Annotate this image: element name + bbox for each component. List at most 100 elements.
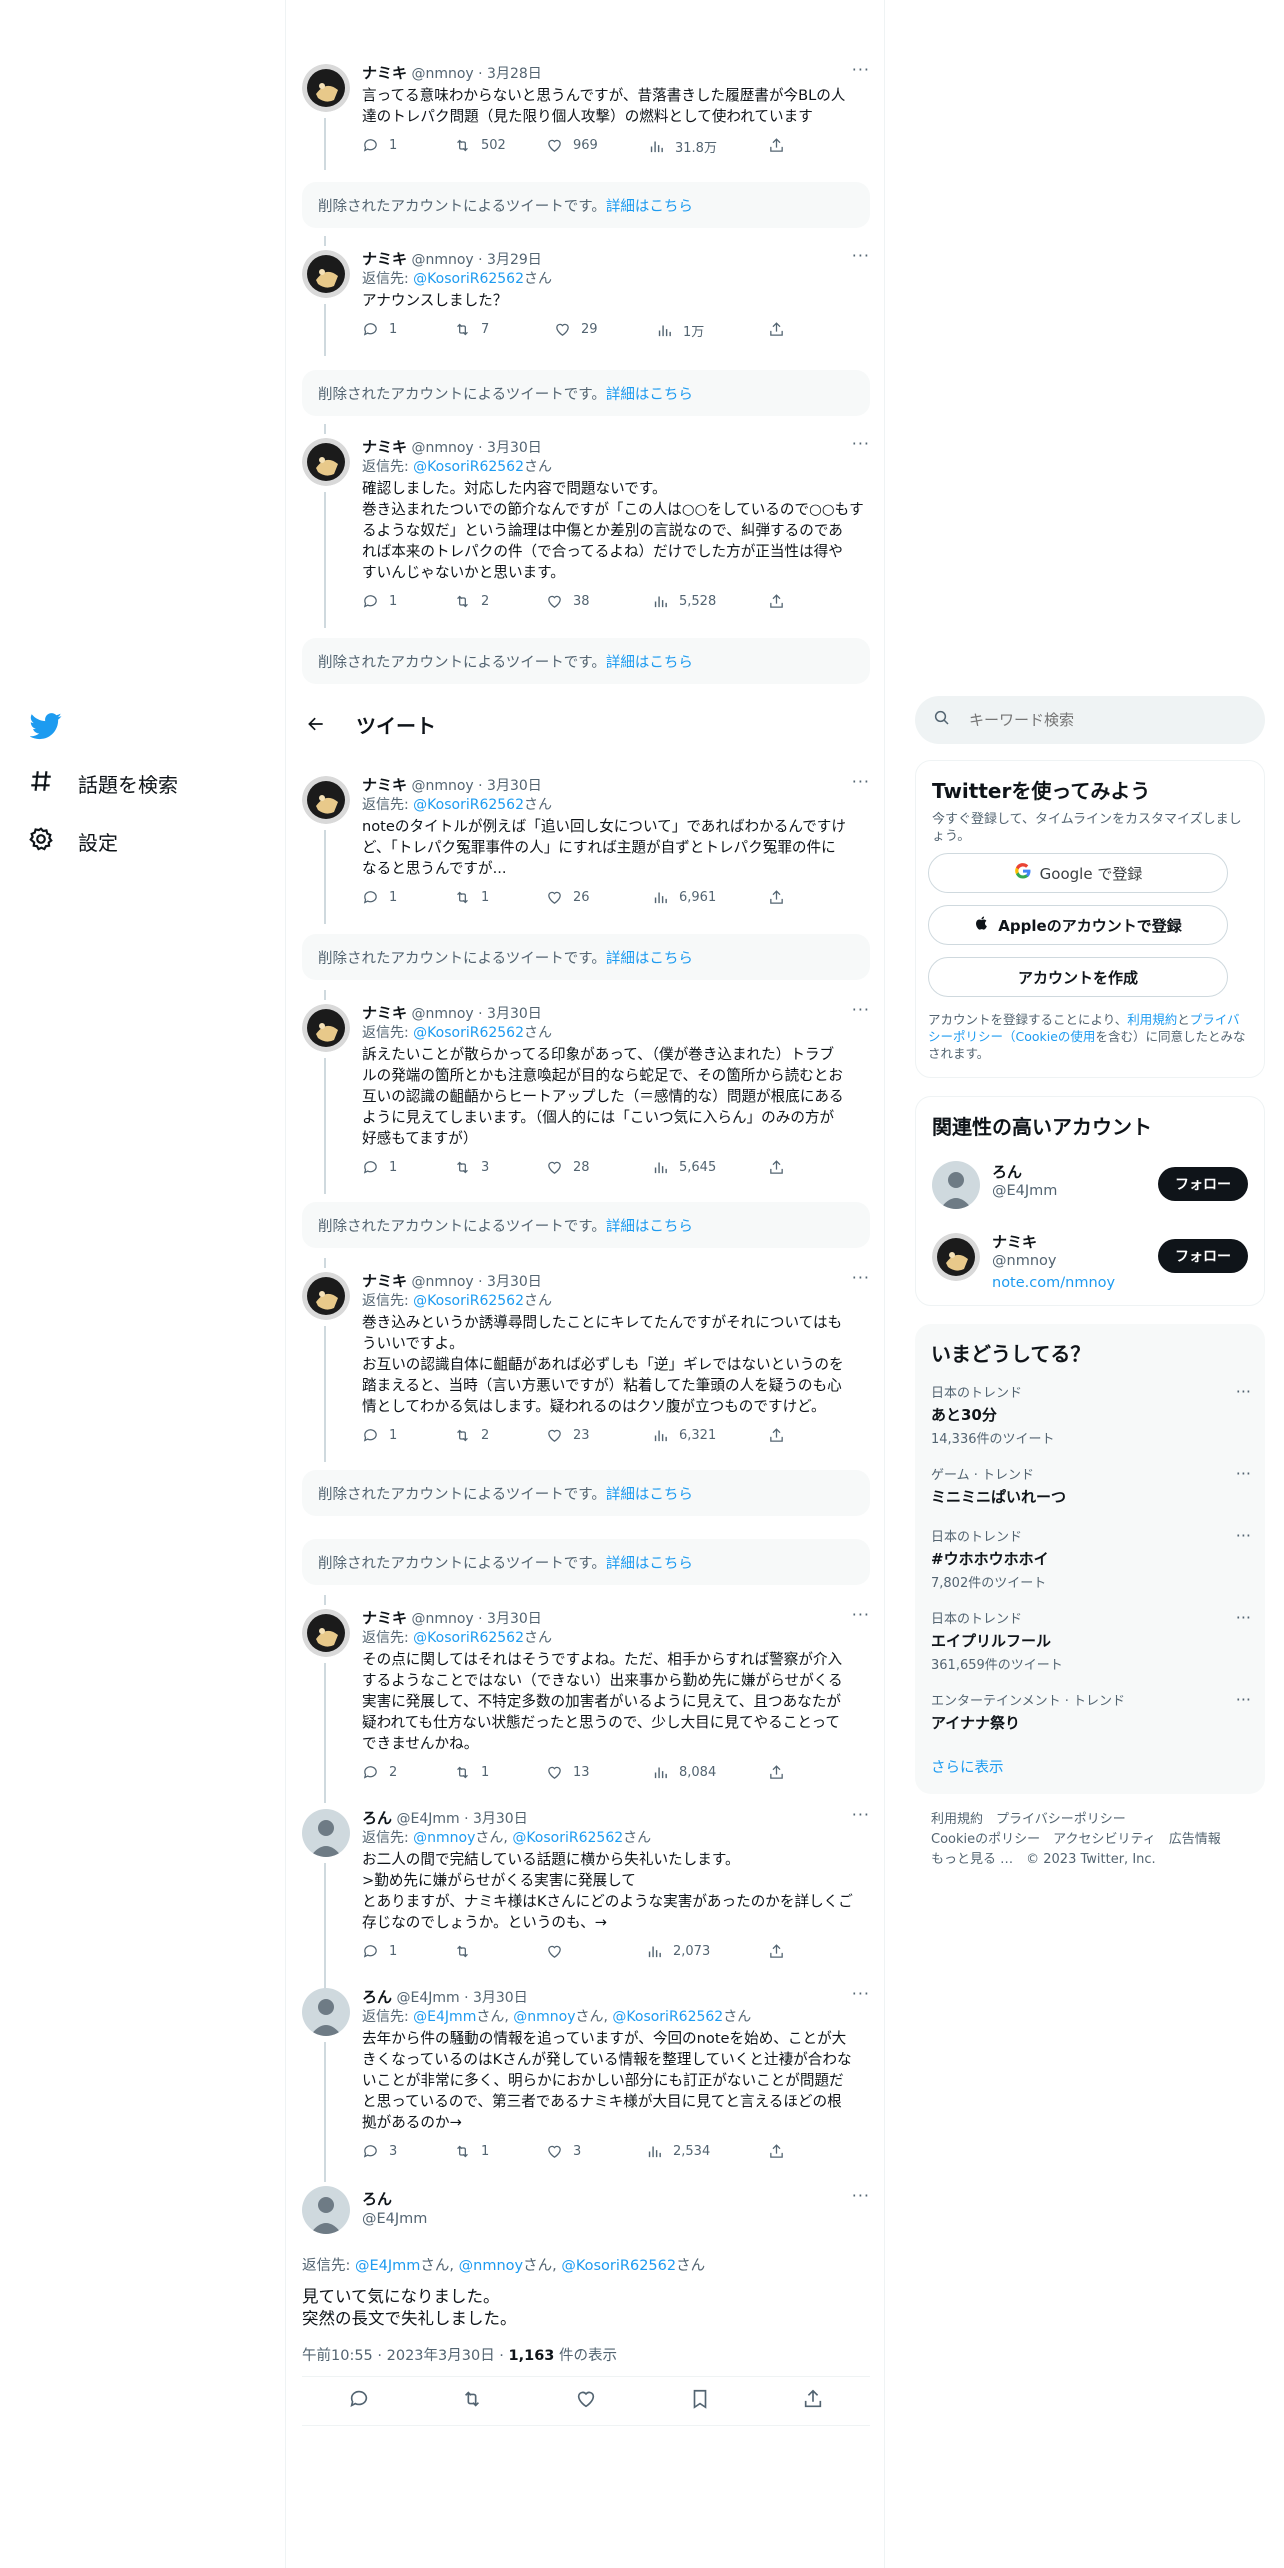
retweet-icon[interactable]: [461, 2388, 483, 2414]
retweet-button[interactable]: 7: [454, 321, 489, 338]
account-row[interactable]: ナミキ @nmnoy note.com/nmnoy フォロー: [916, 1225, 1264, 1301]
tweet-author[interactable]: ナミキ: [362, 64, 407, 82]
account-link[interactable]: note.com/nmnoy: [992, 1275, 1115, 1291]
views-button[interactable]: 6,961: [652, 889, 716, 906]
tweet-author[interactable]: ナミキ: [362, 1272, 407, 1290]
reply-button[interactable]: 2: [362, 1764, 397, 1781]
mention-link[interactable]: @KosoriR62562: [413, 459, 524, 475]
mention-link[interactable]: @nmnoy: [459, 2258, 523, 2274]
more-icon[interactable]: ···: [1236, 1526, 1251, 1545]
trend-item[interactable]: エンターテインメント · トレンド アイナナ祭り ···: [931, 1690, 1251, 1733]
more-icon[interactable]: ···: [1236, 1382, 1251, 1401]
more-icon[interactable]: ···: [852, 1984, 870, 2003]
views-button[interactable]: 6,321: [652, 1427, 716, 1444]
avatar-ron[interactable]: [302, 1809, 350, 1857]
learn-more-link[interactable]: 詳細はこちら: [606, 651, 693, 672]
mention-link[interactable]: @KosoriR62562: [413, 1293, 524, 1309]
avatar-namiki[interactable]: [302, 64, 350, 112]
account-row[interactable]: ろん @E4Jmm フォロー: [916, 1153, 1264, 1217]
nav-settings[interactable]: 設定: [28, 826, 118, 857]
share-button[interactable]: [768, 593, 785, 610]
like-button[interactable]: 38: [546, 593, 590, 610]
tweet-author[interactable]: ナミキ: [362, 1609, 407, 1627]
tweet-author[interactable]: ろん: [362, 1809, 392, 1827]
more-icon[interactable]: ···: [1236, 1608, 1251, 1627]
share-button[interactable]: [768, 1764, 785, 1781]
retweet-button[interactable]: 1: [454, 1764, 489, 1781]
reply-button[interactable]: 3: [362, 2143, 397, 2160]
like-button[interactable]: 3: [546, 2143, 581, 2160]
retweet-button[interactable]: 502: [454, 137, 506, 154]
mention-link[interactable]: @E4Jmm: [413, 2009, 476, 2025]
like-button[interactable]: 969: [546, 137, 598, 154]
learn-more-link[interactable]: 詳細はこちら: [606, 1215, 693, 1236]
views-button[interactable]: 1万: [656, 321, 704, 340]
more-icon[interactable]: ···: [852, 1805, 870, 1824]
retweet-button[interactable]: 2: [454, 1427, 489, 1444]
share-button[interactable]: [768, 2143, 785, 2160]
mention-link[interactable]: @KosoriR62562: [612, 2009, 723, 2025]
views-button[interactable]: 2,073: [646, 1943, 710, 1960]
share-button[interactable]: [768, 137, 785, 154]
more-icon[interactable]: ···: [852, 434, 870, 453]
views-button[interactable]: 2,534: [646, 2143, 710, 2160]
more-icon[interactable]: ···: [1236, 1690, 1251, 1709]
views-button[interactable]: 31.8万: [648, 137, 717, 156]
focused-author-name[interactable]: ろん: [362, 2188, 427, 2209]
show-more-link[interactable]: さらに表示: [931, 1756, 1004, 1777]
retweet-button[interactable]: 2: [454, 593, 489, 610]
share-button[interactable]: [768, 1943, 785, 1960]
retweet-button[interactable]: 1: [454, 2143, 489, 2160]
more-icon[interactable]: ···: [852, 1000, 870, 1019]
reply-icon[interactable]: [348, 2388, 370, 2414]
retweet-button[interactable]: 1: [454, 889, 489, 906]
learn-more-link[interactable]: 詳細はこちら: [606, 1483, 693, 1504]
trend-item[interactable]: 日本のトレンド あと30分 14,336件のツイート ···: [931, 1382, 1251, 1447]
avatar-namiki[interactable]: [302, 1272, 350, 1320]
mention-link[interactable]: @nmnoy: [413, 1830, 475, 1846]
reply-button[interactable]: 1: [362, 889, 397, 906]
footer-line[interactable]: もっと見る … © 2023 Twitter, Inc.: [931, 1850, 1251, 1870]
share-button[interactable]: [768, 1159, 785, 1176]
share-icon[interactable]: [802, 2388, 824, 2414]
views-button[interactable]: 5,645: [652, 1159, 716, 1176]
like-button[interactable]: 29: [554, 321, 598, 338]
tweet-author[interactable]: ろん: [362, 1988, 392, 2006]
more-icon[interactable]: ···: [852, 246, 870, 265]
mention-link[interactable]: @nmnoy: [513, 2009, 575, 2025]
trend-item[interactable]: 日本のトレンド エイプリルフール 361,659件のツイート ···: [931, 1608, 1251, 1673]
mention-link[interactable]: @KosoriR62562: [413, 1630, 524, 1646]
mention-link[interactable]: @KosoriR62562: [413, 1025, 524, 1041]
share-button[interactable]: [768, 321, 785, 338]
trend-item[interactable]: ゲーム · トレンド ミニミニぱいれーつ ···: [931, 1464, 1251, 1507]
learn-more-link[interactable]: 詳細はこちら: [606, 1552, 693, 1573]
mention-link[interactable]: @KosoriR62562: [512, 1830, 623, 1846]
more-icon[interactable]: ···: [1236, 1464, 1251, 1483]
reply-button[interactable]: 1: [362, 1943, 397, 1960]
reply-button[interactable]: 1: [362, 1159, 397, 1176]
tweet-author[interactable]: ナミキ: [362, 776, 407, 794]
google-signup-button[interactable]: Google で登録: [928, 853, 1228, 893]
views-button[interactable]: 5,528: [652, 593, 716, 610]
create-account-button[interactable]: アカウントを作成: [928, 957, 1228, 997]
like-button[interactable]: 28: [546, 1159, 590, 1176]
mention-link[interactable]: @E4Jmm: [355, 2258, 420, 2274]
learn-more-link[interactable]: 詳細はこちら: [606, 195, 693, 216]
terms-link[interactable]: 利用規約: [1127, 1012, 1177, 1027]
bookmark-icon[interactable]: [689, 2388, 711, 2414]
share-button[interactable]: [768, 1427, 785, 1444]
reply-button[interactable]: 1: [362, 593, 397, 610]
avatar-ron[interactable]: [302, 1988, 350, 2036]
mention-link[interactable]: @KosoriR62562: [413, 271, 524, 287]
like-button[interactable]: 13: [546, 1764, 590, 1781]
tweet-author[interactable]: ナミキ: [362, 250, 407, 268]
back-button[interactable]: [298, 706, 334, 742]
footer-line[interactable]: Cookieのポリシー アクセシビリティ 広告情報: [931, 1830, 1251, 1850]
like-button[interactable]: 26: [546, 889, 590, 906]
learn-more-link[interactable]: 詳細はこちら: [606, 383, 693, 404]
footer-line[interactable]: 利用規約 プライバシーポリシー: [931, 1810, 1251, 1830]
more-icon[interactable]: ···: [852, 1268, 870, 1287]
tweet-author[interactable]: ナミキ: [362, 1004, 407, 1022]
follow-button[interactable]: フォロー: [1158, 1167, 1248, 1201]
more-icon[interactable]: ···: [852, 60, 870, 79]
